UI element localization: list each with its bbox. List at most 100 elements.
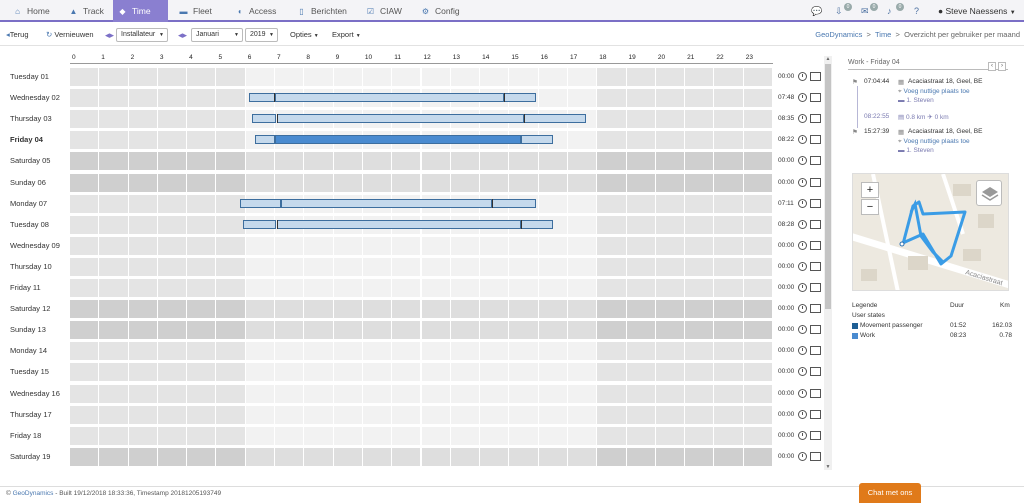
details-icon[interactable] (810, 346, 821, 356)
back-button[interactable]: ◂Terug (6, 24, 29, 46)
activity-bar[interactable] (275, 135, 522, 145)
day-row[interactable]: Thursday 10 00:00 (0, 257, 836, 276)
activity-bar[interactable] (503, 93, 536, 103)
clock-icon[interactable] (798, 135, 807, 145)
year-select[interactable]: 2019 ▼ (245, 28, 278, 42)
day-track[interactable] (70, 173, 773, 192)
scroll-down-icon[interactable]: ▼ (824, 464, 832, 470)
export-dropdown[interactable]: Export ▼ (332, 24, 361, 46)
clock-icon[interactable] (798, 240, 807, 250)
timeline-scrollbar[interactable]: ▲ ▼ (824, 56, 832, 470)
day-row[interactable]: Sunday 13 00:00 (0, 321, 836, 340)
clock-icon[interactable] (798, 346, 807, 356)
day-track[interactable] (70, 342, 773, 361)
nav-track[interactable]: ▲ Track (64, 0, 110, 22)
role-select[interactable]: Installateur ▼ (116, 28, 168, 42)
clock-icon[interactable] (798, 388, 807, 398)
day-row[interactable]: Wednesday 02 07:48 (0, 89, 836, 108)
zoom-in-button[interactable]: + (861, 182, 879, 198)
day-track[interactable] (70, 68, 773, 86)
clock-icon[interactable] (798, 198, 807, 208)
refresh-button[interactable]: ↻ Vernieuwen (46, 24, 94, 46)
inbox-icon[interactable]: ⇩ (835, 0, 843, 22)
end-add-place-link[interactable]: ⌖ Voeg nuttige plaats toe (898, 138, 970, 146)
day-row[interactable]: Saturday 05 00:00 (0, 152, 836, 171)
details-icon[interactable] (810, 156, 821, 166)
day-row[interactable]: Monday 14 00:00 (0, 342, 836, 361)
day-track[interactable] (70, 236, 773, 255)
day-row[interactable]: Saturday 12 00:00 (0, 300, 836, 319)
nav-berichten[interactable]: ▯ Berichten (292, 0, 354, 22)
breadcrumb-root[interactable]: GeoDynamics (815, 30, 862, 39)
bell-icon[interactable]: ♪ (887, 0, 892, 22)
chat-bubble-icon[interactable]: 💬 (811, 0, 822, 22)
clock-icon[interactable] (798, 367, 807, 377)
details-icon[interactable] (810, 93, 821, 103)
details-icon[interactable] (810, 72, 821, 81)
prev-day-button[interactable]: ‹ (988, 62, 996, 71)
details-icon[interactable] (810, 240, 821, 250)
day-row[interactable]: Friday 18 00:00 (0, 426, 836, 445)
day-row[interactable]: Monday 07 07:11 (0, 194, 836, 213)
details-icon[interactable] (810, 198, 821, 208)
help-icon[interactable]: ? (914, 0, 919, 22)
day-track[interactable] (70, 194, 773, 213)
clock-icon[interactable] (798, 304, 807, 314)
scroll-up-icon[interactable]: ▲ (824, 56, 832, 62)
chat-button[interactable]: Chat met ons (859, 483, 921, 503)
clock-icon[interactable] (798, 430, 807, 440)
day-track[interactable] (70, 405, 773, 424)
day-row[interactable]: Saturday 19 00:00 (0, 447, 836, 466)
day-row[interactable]: Friday 04 08:22 (0, 131, 836, 150)
options-dropdown[interactable]: Opties ▼ (290, 24, 319, 46)
activity-bar[interactable] (254, 135, 276, 145)
day-row[interactable]: Tuesday 08 08:28 (0, 215, 836, 234)
activity-bar[interactable] (275, 93, 504, 103)
day-track[interactable] (70, 279, 773, 297)
activity-bar[interactable] (276, 114, 524, 124)
footer-brand-link[interactable]: GeoDynamics (13, 490, 54, 497)
zoom-out-button[interactable]: − (861, 199, 879, 215)
day-track[interactable] (70, 384, 773, 403)
details-icon[interactable] (810, 388, 821, 398)
activity-bar[interactable] (524, 114, 586, 124)
next-day-button[interactable]: › (998, 62, 1006, 71)
clock-icon[interactable] (798, 219, 807, 229)
details-icon[interactable] (810, 283, 821, 292)
details-icon[interactable] (810, 219, 821, 229)
nav-config[interactable]: ⚙ Config (416, 0, 471, 22)
details-icon[interactable] (810, 367, 821, 377)
clock-icon[interactable] (798, 93, 807, 103)
details-icon[interactable] (810, 304, 821, 314)
day-track[interactable] (70, 110, 773, 129)
activity-bar[interactable] (280, 198, 492, 208)
day-track[interactable] (70, 215, 773, 234)
day-track[interactable] (70, 89, 773, 108)
clock-icon[interactable] (798, 261, 807, 271)
nav-ciaw[interactable]: ☑ CIAW (361, 0, 409, 22)
layers-icon[interactable] (976, 180, 1002, 206)
clock-icon[interactable] (798, 156, 807, 166)
activity-bar[interactable] (242, 219, 277, 229)
day-row[interactable]: Thursday 03 08:35 (0, 110, 836, 129)
clock-icon[interactable] (798, 451, 807, 461)
day-track[interactable] (70, 257, 773, 276)
month-select[interactable]: Januari ▼ (191, 28, 243, 42)
scroll-thumb[interactable] (825, 64, 831, 309)
route-map[interactable]: Acaciastraat + − (852, 173, 1009, 291)
activity-bar[interactable] (491, 198, 536, 208)
day-row[interactable]: Friday 11 00:00 (0, 279, 836, 297)
clock-icon[interactable] (798, 283, 807, 292)
day-row[interactable]: Thursday 17 00:00 (0, 405, 836, 424)
day-track[interactable] (70, 447, 773, 466)
day-track[interactable] (70, 152, 773, 171)
day-row[interactable]: Sunday 06 00:00 (0, 173, 836, 192)
nav-time[interactable]: ◆ Time (113, 0, 168, 22)
clock-icon[interactable] (798, 114, 807, 124)
start-add-place-link[interactable]: ⌖ Voeg nuttige plaats toe (898, 88, 970, 96)
activity-bar[interactable] (276, 219, 522, 229)
day-track[interactable] (70, 426, 773, 445)
day-row[interactable]: Wednesday 09 00:00 (0, 236, 836, 255)
nav-home[interactable]: ⌂ Home (8, 0, 60, 22)
details-icon[interactable] (810, 177, 821, 187)
